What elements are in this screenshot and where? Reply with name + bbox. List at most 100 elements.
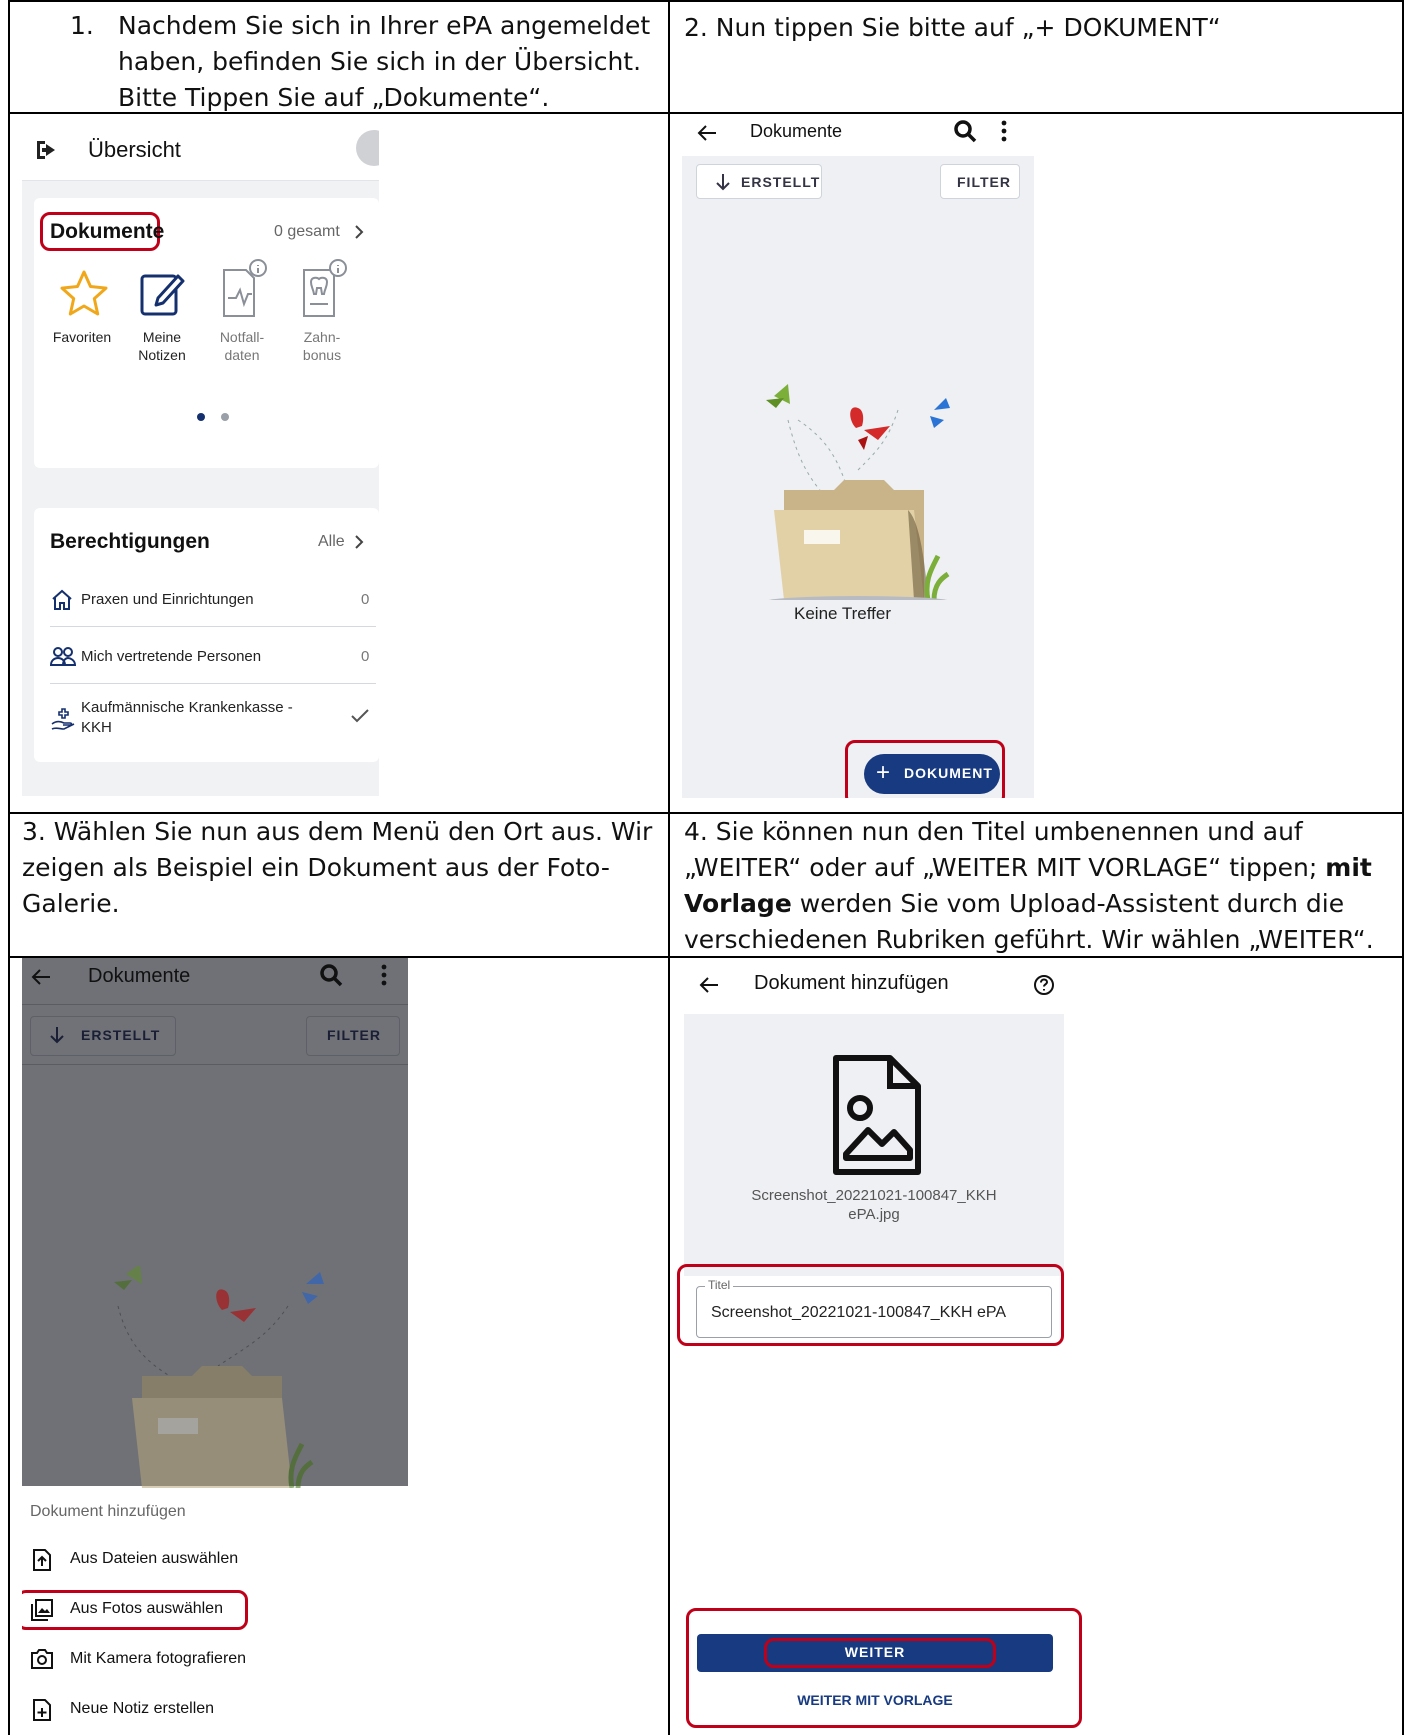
table-border-left	[8, 0, 10, 1735]
option-from-photos-label: Aus Fotos auswählen	[70, 1600, 223, 1617]
screen-documents-empty: Dokumente ERSTELLT FILTER Keine Treffer …	[682, 118, 1034, 798]
tile-favorites[interactable]: Favoriten	[42, 254, 122, 364]
sort-created-label: ERSTELLT	[741, 174, 821, 190]
star-icon	[60, 270, 108, 316]
arrow-down-icon	[716, 174, 730, 191]
step-3-line-1: 3. Wählen Sie nun aus dem Menü den Ort a…	[22, 817, 653, 846]
plus-icon: +	[876, 759, 891, 786]
search-icon[interactable]	[318, 962, 344, 988]
step-3-line-2: zeigen als Beispiel ein Dokument aus der…	[22, 853, 610, 882]
add-document-label: DOKUMENT	[904, 765, 993, 781]
chevron-right-icon	[355, 225, 364, 239]
more-vertical-icon[interactable]	[1000, 120, 1008, 142]
sort-created-label: ERSTELLT	[81, 1027, 161, 1043]
option-from-files[interactable]: Aus Dateien auswählen	[22, 1538, 408, 1582]
permission-row-insurance[interactable]: Kaufmännische Krankenkasse - KKH	[50, 694, 376, 746]
permissions-card: Berechtigungen Alle Praxen und Einrichtu…	[34, 508, 379, 762]
pager-dot-inactive[interactable]	[221, 413, 229, 421]
permission-practices-value: 0	[361, 591, 370, 608]
tile-emergency-label-2: daten	[224, 347, 260, 363]
sort-created-button[interactable]: ERSTELLT	[696, 164, 822, 199]
permission-insurance-label-1: Kaufmännische Krankenkasse -	[81, 699, 293, 716]
file-name-line-2: ePA.jpg	[848, 1206, 900, 1223]
step-1-number: 1.	[70, 11, 94, 40]
pager-dot-active[interactable]	[197, 413, 205, 421]
chevron-right-icon	[355, 535, 364, 549]
sheet-title: Dokument hinzufügen	[30, 1503, 186, 1520]
screen-overview: Übersicht Dokumente 0 gesamt Favoriten M…	[22, 118, 379, 796]
step-4-line-2: „WEITER“ oder auf „WEITER MIT VORLAGE“ t…	[684, 850, 1374, 886]
step-4-line-1: 4. Sie können nun den Titel umbenennen u…	[684, 817, 1303, 846]
continue-label-highlight	[764, 1638, 996, 1668]
filter-label: FILTER	[327, 1027, 381, 1043]
back-arrow-icon[interactable]	[698, 974, 720, 996]
tile-dental-bonus[interactable]: Zahn- bonus	[282, 254, 362, 364]
option-camera-label: Mit Kamera fotografieren	[70, 1650, 247, 1667]
tile-dental-label-2: bonus	[302, 347, 342, 363]
sort-created-button[interactable]: ERSTELLT	[30, 1016, 176, 1056]
continue-with-template-button[interactable]: WEITER MIT VORLAGE	[697, 1682, 1053, 1718]
option-from-files-label: Aus Dateien auswählen	[70, 1550, 239, 1567]
permission-row-representatives[interactable]: Mich vertretende Personen 0	[50, 635, 376, 684]
step-4-line-2-text: „WEITER“ oder auf „WEITER MIT VORLAGE“ t…	[684, 853, 1326, 882]
add-document-fab[interactable]: + DOKUMENT	[864, 754, 1000, 794]
screen-add-document-sheet: Dokumente ERSTELLT FILTER Dokument hinzu…	[22, 958, 662, 1735]
table-border-middle	[668, 0, 670, 1735]
file-preview-area: Screenshot_20221021-100847_KKH ePA.jpg	[684, 1014, 1064, 1276]
note-edit-icon	[140, 274, 185, 316]
tile-emergency[interactable]: Notfall- daten	[202, 254, 282, 364]
house-icon	[52, 589, 72, 610]
title-field[interactable]: Titel Screenshot_20221021-100847_KKH ePA	[696, 1278, 1052, 1338]
tile-emergency-label-1: Notfall-	[219, 329, 265, 345]
title-field-value[interactable]: Screenshot_20221021-100847_KKH ePA	[711, 1304, 1006, 1322]
step-4-instruction: 4. Sie können nun den Titel umbenennen u…	[684, 814, 1374, 958]
step-1-line-3: Bitte Tippen Sie auf „Dokumente“.	[118, 83, 550, 112]
emergency-data-icon	[223, 259, 267, 317]
table-border-right	[1402, 0, 1404, 1735]
overview-title: Übersicht	[88, 137, 181, 162]
permission-representatives-label: Mich vertretende Personen	[81, 648, 262, 665]
logout-icon[interactable]	[34, 138, 60, 162]
note-add-icon	[33, 1699, 51, 1721]
avatar[interactable]	[356, 130, 379, 166]
option-from-photos[interactable]: Aus Fotos auswählen	[22, 1588, 408, 1632]
empty-state-text: Keine Treffer	[794, 604, 892, 623]
step-2-instruction: 2. Nun tippen Sie bitte auf „+ DOKUMENT“	[684, 10, 1221, 46]
help-icon[interactable]	[1033, 974, 1055, 996]
permissions-title: Berechtigungen	[50, 530, 210, 553]
permissions-all-link[interactable]: Alle	[318, 533, 345, 551]
permission-insurance-label-2: KKH	[81, 719, 112, 736]
documents-card: Dokumente 0 gesamt Favoriten Meine Notiz…	[34, 198, 379, 468]
filter-button[interactable]: FILTER	[940, 164, 1020, 199]
back-arrow-icon[interactable]	[30, 966, 52, 988]
search-icon[interactable]	[952, 118, 978, 144]
step-4-line-4: verschiedenen Rubriken geführt. Wir wähl…	[684, 925, 1374, 954]
documents-list-area: ERSTELLT FILTER Keine Treffer	[682, 156, 1034, 798]
more-vertical-icon[interactable]	[380, 964, 388, 986]
permission-row-practices[interactable]: Praxen und Einrichtungen 0	[50, 578, 376, 627]
overview-header: Übersicht	[22, 118, 379, 181]
title-field-label: Titel	[705, 1278, 734, 1292]
permission-representatives-value: 0	[361, 648, 370, 665]
documents-title[interactable]: Dokumente	[50, 220, 164, 244]
option-camera[interactable]: Mit Kamera fotografieren	[22, 1638, 408, 1682]
step-1-line-2: haben, befinden Sie sich in der Übersich…	[118, 47, 642, 76]
option-new-note-label: Neue Notiz erstellen	[70, 1700, 215, 1717]
step-4-line-3: Vorlage werden Sie vom Upload-Assistent …	[684, 886, 1374, 922]
back-arrow-icon[interactable]	[696, 122, 718, 144]
step-4-line-3-bold: Vorlage	[684, 889, 792, 918]
documents-count[interactable]: 0 gesamt	[274, 223, 340, 241]
empty-folder-illustration	[766, 384, 950, 600]
step-4-line-3-text: werden Sie vom Upload-Assistent durch di…	[791, 889, 1345, 918]
image-file-icon	[833, 1055, 921, 1175]
tile-notes[interactable]: Meine Notizen	[122, 254, 202, 364]
check-icon	[351, 709, 369, 723]
toolbar-divider	[22, 1064, 408, 1065]
step-3-instruction: 3. Wählen Sie nun aus dem Menü den Ort a…	[22, 814, 652, 922]
instruction-document: 1. Nachdem Sie sich in Ihrer ePA angemel…	[0, 0, 1407, 1735]
filter-button[interactable]: FILTER	[306, 1016, 400, 1056]
empty-folder-illustration	[114, 1266, 324, 1488]
option-new-note[interactable]: Neue Notiz erstellen	[22, 1688, 408, 1732]
tile-notes-label-1: Meine	[142, 329, 182, 345]
tooth-icon	[303, 259, 347, 317]
